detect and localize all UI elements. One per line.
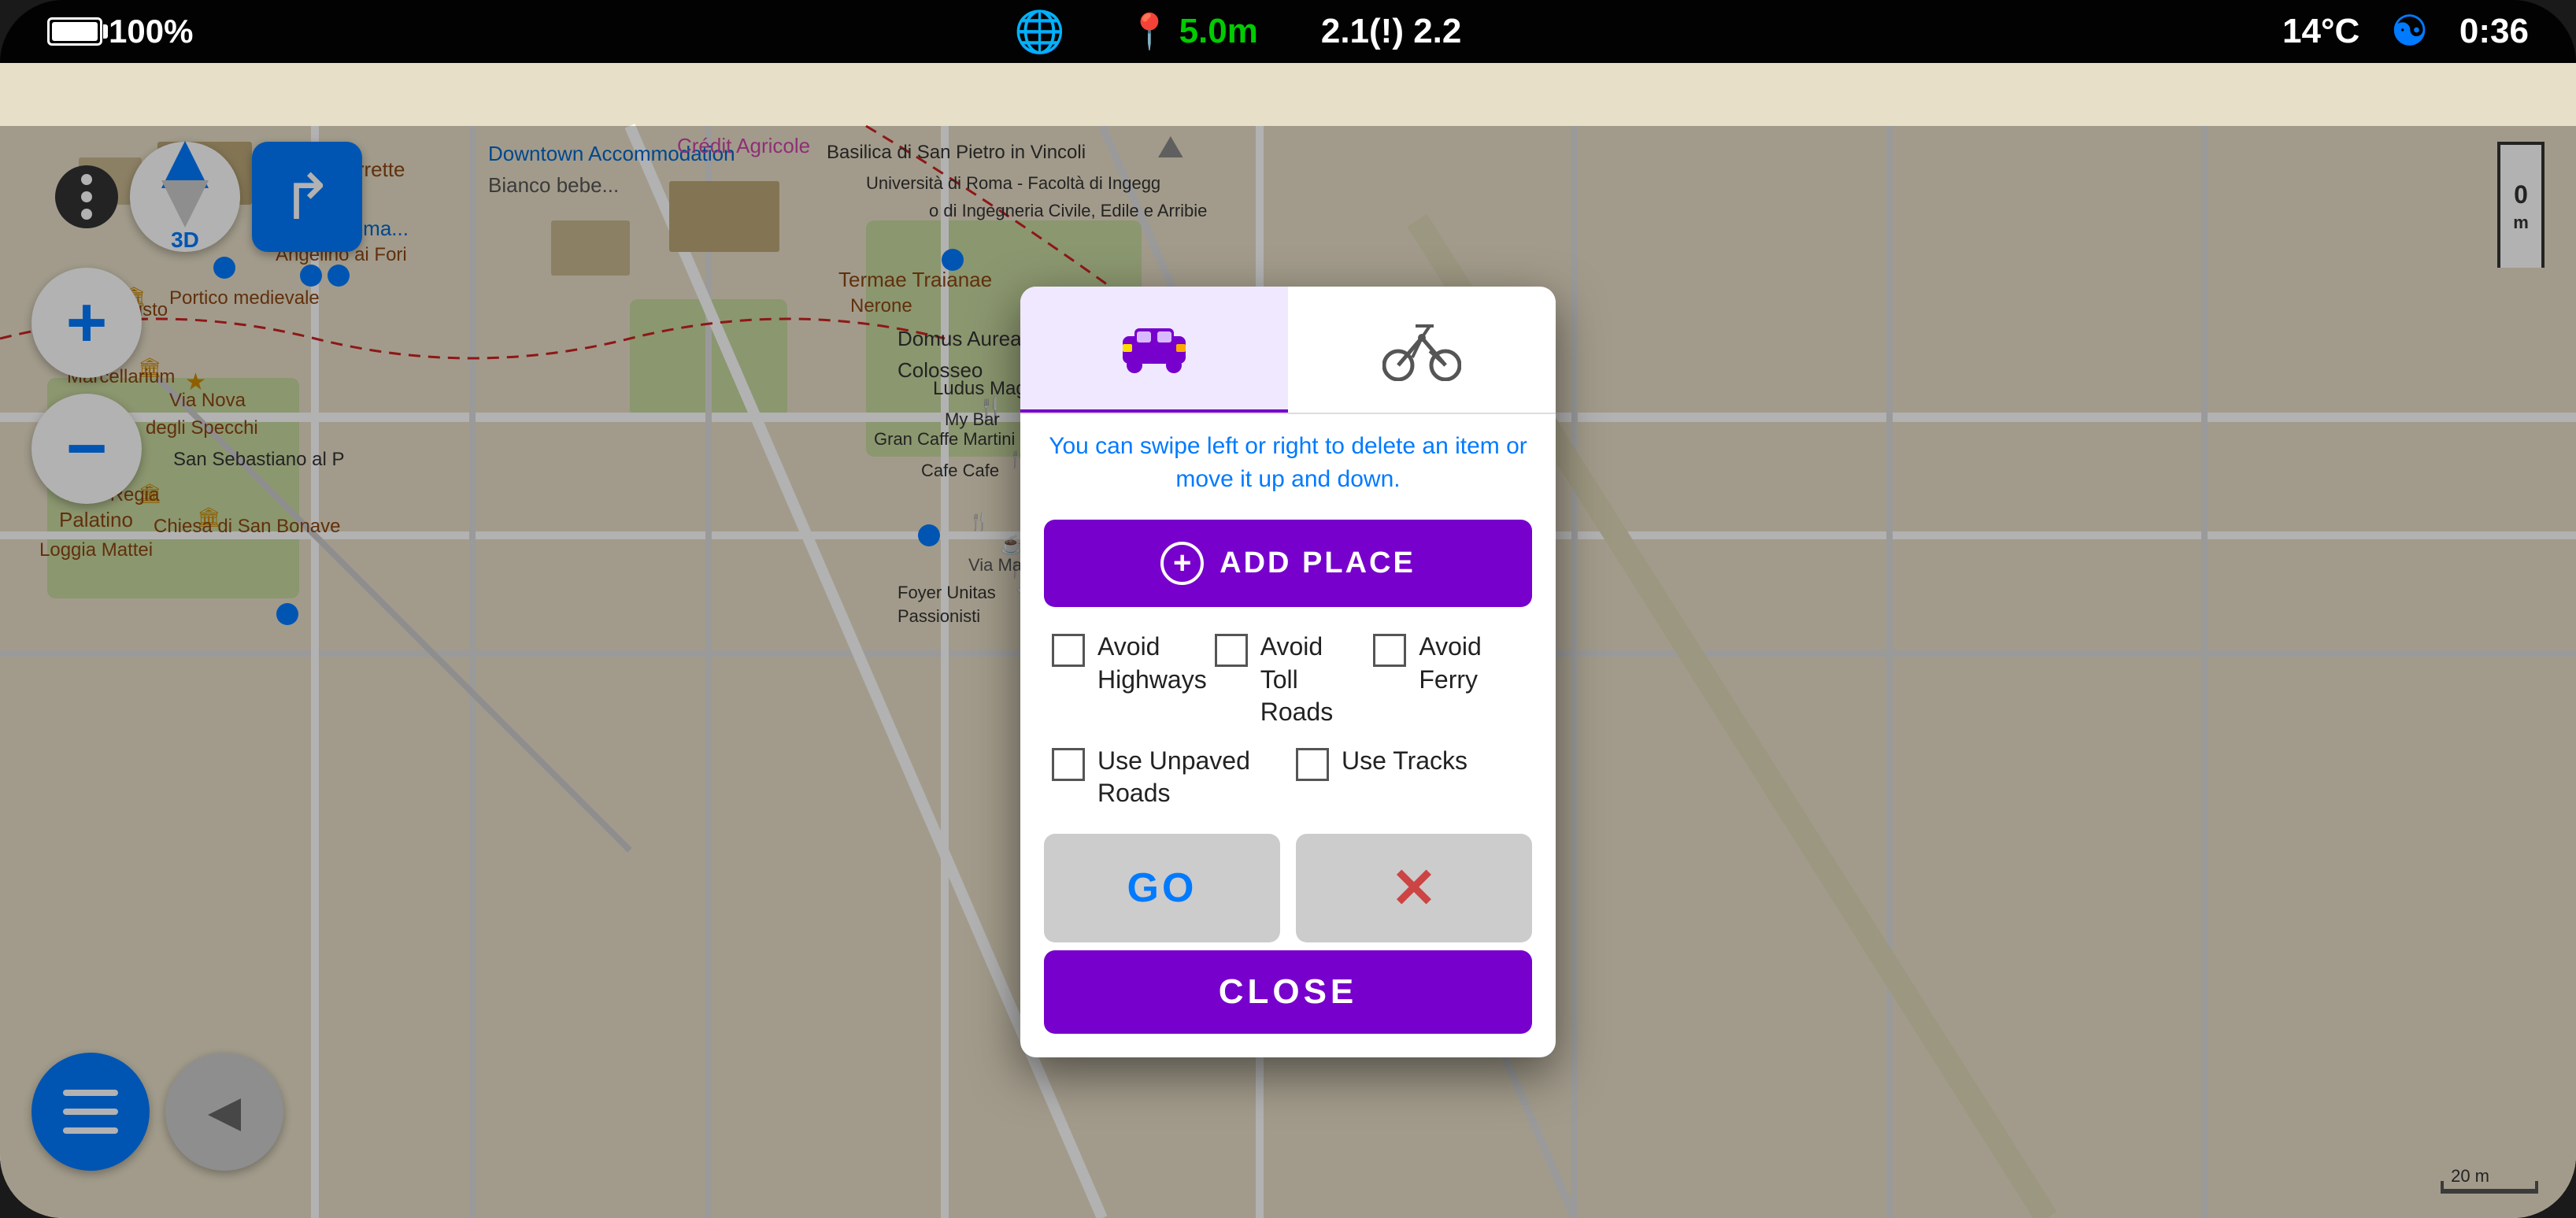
option-use-unpaved[interactable]: Use Unpaved Roads [1052, 745, 1280, 810]
bluetooth-icon: ☯ [2391, 8, 2428, 55]
battery-body [47, 17, 102, 46]
label-avoid-highways: AvoidHighways [1097, 631, 1207, 696]
dialog-overlay: You can swipe left or right to delete an… [0, 126, 2576, 1218]
clock-label: 0:36 [2459, 12, 2529, 51]
gps-pin-icon: 📍 [1128, 11, 1171, 52]
cancel-icon: ✕ [1391, 856, 1438, 920]
checkbox-use-tracks[interactable] [1296, 748, 1329, 781]
route-dialog: You can swipe left or right to delete an… [1020, 287, 1556, 1057]
battery-fill [52, 22, 98, 41]
option-avoid-toll[interactable]: Avoid TollRoads [1215, 631, 1366, 729]
speed-info: 2.1(!) 2.2 [1321, 12, 1462, 51]
speed-value: 2.1(!) 2.2 [1321, 12, 1462, 50]
label-avoid-ferry: Avoid Ferry [1419, 631, 1524, 696]
gps-value: 5.0m [1179, 12, 1258, 51]
checkbox-options-row2: Use Unpaved Roads Use Tracks [1020, 745, 1556, 826]
add-place-button[interactable]: + ADD PLACE [1044, 520, 1532, 607]
globe-icon: 🌐 [1014, 8, 1065, 56]
cancel-button[interactable]: ✕ [1296, 834, 1532, 942]
plus-circle-icon: + [1160, 542, 1204, 585]
add-place-label: ADD PLACE [1220, 546, 1416, 580]
option-avoid-ferry[interactable]: Avoid Ferry [1373, 631, 1524, 729]
battery-icon: 100% [47, 13, 193, 50]
go-button[interactable]: GO [1044, 834, 1280, 942]
hint-text: You can swipe left or right to delete an… [1020, 414, 1556, 512]
checkbox-use-unpaved[interactable] [1052, 748, 1085, 781]
checkbox-avoid-toll[interactable] [1215, 634, 1248, 667]
battery-percent: 100% [109, 13, 193, 50]
temperature-label: 14°C [2282, 12, 2359, 51]
transport-tabs [1020, 287, 1556, 414]
action-buttons: GO ✕ [1044, 834, 1532, 942]
checkbox-avoid-ferry[interactable] [1373, 634, 1406, 667]
option-use-tracks[interactable]: Use Tracks [1296, 745, 1524, 810]
tab-bike[interactable] [1288, 287, 1556, 413]
checkbox-avoid-highways[interactable] [1052, 634, 1085, 667]
tab-car[interactable] [1020, 287, 1288, 413]
label-avoid-toll: Avoid TollRoads [1260, 631, 1366, 729]
option-avoid-highways[interactable]: AvoidHighways [1052, 631, 1207, 729]
go-label: GO [1127, 864, 1197, 912]
car-icon [1115, 320, 1194, 376]
status-bar: 100% 🌐 📍 5.0m 2.1(!) 2.2 14°C ☯ 0:36 [0, 0, 2576, 63]
device-frame: 100% 🌐 📍 5.0m 2.1(!) 2.2 14°C ☯ 0:36 [0, 0, 2576, 1218]
label-use-unpaved: Use Unpaved Roads [1097, 745, 1280, 810]
label-use-tracks: Use Tracks [1342, 745, 1468, 778]
map-background: ★ 🏛 🏛 🏛 🏛 ✕ ✕ 🍴 🍴 🍴 🍴 � [0, 63, 2576, 1218]
gps-info: 📍 5.0m [1128, 11, 1258, 52]
status-right: 14°C ☯ 0:36 [2282, 8, 2529, 55]
checkbox-options-row1: AvoidHighways Avoid TollRoads Avoid Ferr… [1020, 615, 1556, 745]
bike-icon [1382, 318, 1461, 381]
close-label: CLOSE [1219, 972, 1358, 1012]
status-left: 100% [47, 13, 193, 50]
close-button[interactable]: CLOSE [1044, 950, 1532, 1034]
status-center: 🌐 📍 5.0m 2.1(!) 2.2 [1014, 8, 1461, 56]
